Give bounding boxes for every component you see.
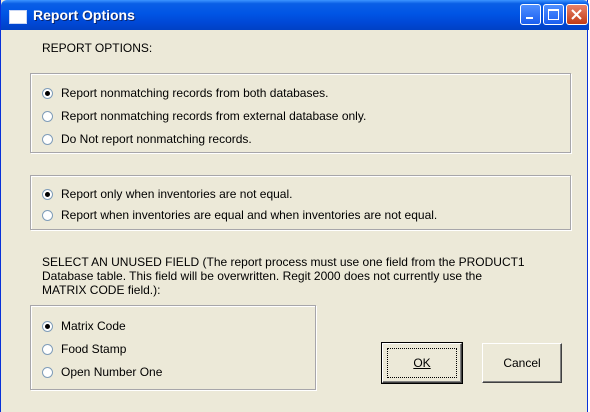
radio-not-equal-only[interactable]: Report only when inventories are not equ… <box>42 186 292 202</box>
radio-equal-and-not-equal[interactable]: Report when inventories are equal and wh… <box>42 207 437 223</box>
radio-label: Report when inventories are equal and wh… <box>61 208 438 222</box>
title-bar[interactable]: Report Options <box>1 0 589 30</box>
report-options-window: Report Options REPORT OPTIONS: Report no… <box>0 0 589 412</box>
unused-field-instructions: SELECT AN UNUSED FIELD (The report proce… <box>42 255 562 297</box>
maximize-button[interactable] <box>543 4 564 25</box>
close-button[interactable] <box>566 4 588 25</box>
maximize-icon <box>548 9 559 20</box>
radio-button[interactable] <box>42 209 53 221</box>
minimize-icon <box>526 17 533 19</box>
focus-rectangle <box>387 348 457 378</box>
unused-field-group: Matrix Code Food Stamp Open Number One <box>30 305 316 390</box>
radio-label: Matrix Code <box>61 319 126 333</box>
radio-button[interactable] <box>42 343 53 355</box>
radio-label: Report nonmatching records from both dat… <box>61 86 329 100</box>
radio-label: Report only when inventories are not equ… <box>61 187 293 201</box>
close-icon <box>571 9 582 20</box>
window-title: Report Options <box>33 7 135 23</box>
radio-button[interactable] <box>42 110 53 122</box>
radio-both-databases[interactable]: Report nonmatching records from both dat… <box>42 85 328 101</box>
report-options-heading: REPORT OPTIONS: <box>42 41 153 55</box>
radio-button[interactable] <box>42 320 53 332</box>
radio-food-stamp[interactable]: Food Stamp <box>42 341 126 357</box>
radio-open-number-one[interactable]: Open Number One <box>42 364 162 380</box>
radio-matrix-code[interactable]: Matrix Code <box>42 318 126 334</box>
cancel-button[interactable]: Cancel <box>482 343 562 383</box>
nonmatching-records-group: Report nonmatching records from both dat… <box>30 73 571 153</box>
radio-button[interactable] <box>42 366 53 378</box>
radio-button[interactable] <box>42 133 53 145</box>
radio-label: Report nonmatching records from external… <box>61 109 367 123</box>
radio-label: Open Number One <box>61 365 163 379</box>
instruction-line: Database table. This field will be overw… <box>42 269 483 283</box>
ok-button[interactable]: OK <box>381 342 463 384</box>
minimize-button[interactable] <box>520 4 541 25</box>
radio-label: Do Not report nonmatching records. <box>61 132 252 146</box>
cancel-button-label: Cancel <box>503 356 541 370</box>
radio-external-only[interactable]: Report nonmatching records from external… <box>42 108 366 124</box>
instruction-line: SELECT AN UNUSED FIELD (The report proce… <box>42 255 525 269</box>
radio-button[interactable] <box>42 188 53 200</box>
instruction-line: MATRIX CODE field.): <box>42 283 161 297</box>
window-icon <box>9 10 27 24</box>
radio-button[interactable] <box>42 87 53 99</box>
inventory-report-group: Report only when inventories are not equ… <box>30 175 571 230</box>
radio-do-not-report[interactable]: Do Not report nonmatching records. <box>42 131 252 147</box>
radio-label: Food Stamp <box>61 342 127 356</box>
